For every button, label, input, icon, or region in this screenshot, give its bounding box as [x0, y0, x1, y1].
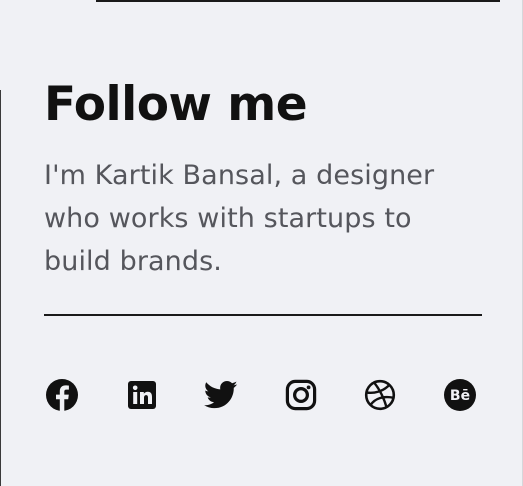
behance-link[interactable]: Bē [442, 377, 478, 413]
divider [44, 314, 482, 316]
section-title: Follow me [44, 77, 308, 132]
instagram-link[interactable] [283, 377, 319, 413]
svg-text:Bē: Bē [450, 388, 470, 404]
facebook-link[interactable] [44, 377, 80, 413]
left-edge-line [0, 90, 1, 486]
dribbble-link[interactable] [362, 377, 398, 413]
linkedin-icon [127, 381, 156, 409]
social-links: Bē [44, 376, 478, 414]
twitter-link[interactable] [203, 377, 239, 413]
instagram-icon [285, 379, 316, 411]
dribbble-icon [365, 379, 396, 411]
follow-section: Follow me I'm Kartik Bansal, a designer … [44, 74, 484, 283]
behance-icon: Bē [443, 379, 476, 411]
linkedin-link[interactable] [124, 377, 160, 413]
facebook-icon [46, 379, 78, 411]
twitter-icon [204, 380, 238, 409]
top-edge-line [96, 0, 500, 2]
bio-text: I'm Kartik Bansal, a designer who works … [44, 160, 435, 277]
